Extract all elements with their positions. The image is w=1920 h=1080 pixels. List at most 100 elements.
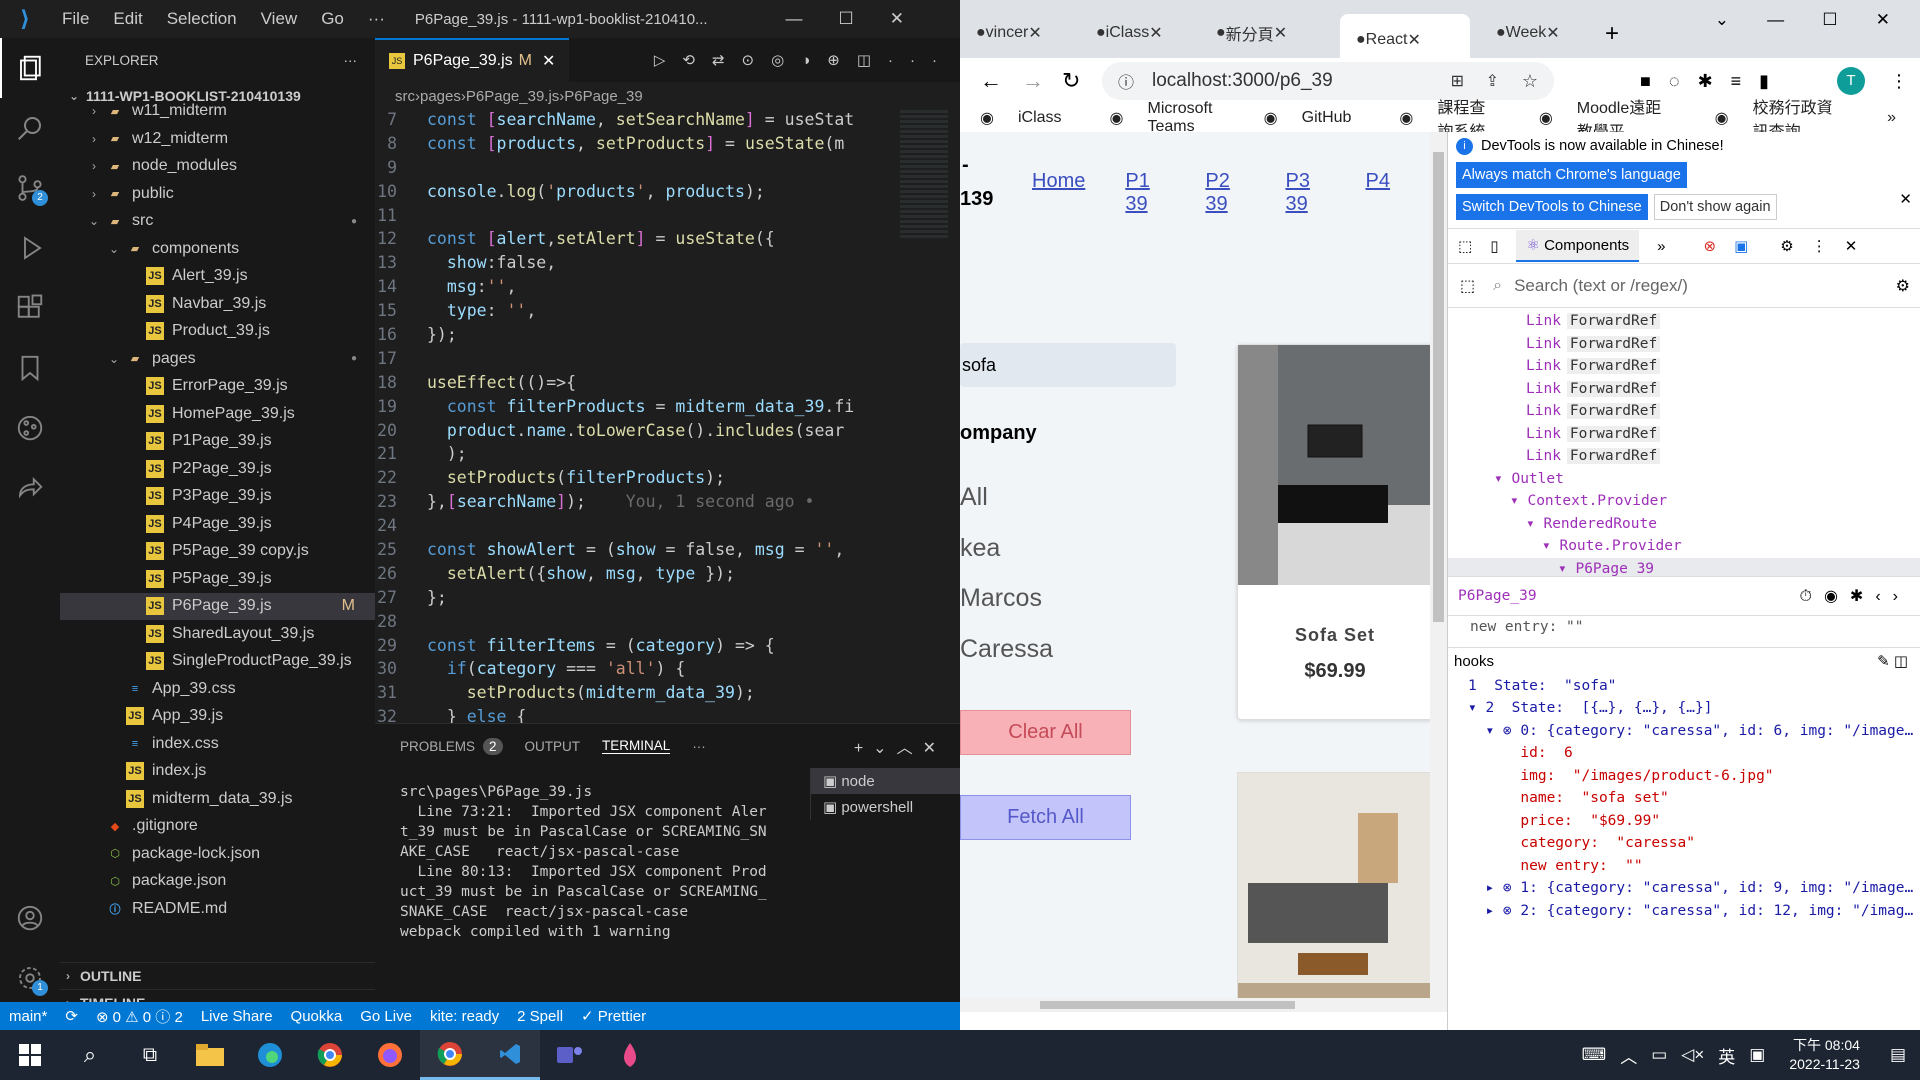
tree-item[interactable]: JS P5Page_39 copy.js [60, 538, 375, 566]
code-text[interactable]: const [products, setProducts] = useState… [427, 134, 844, 158]
git-blame-hint[interactable]: You, 1 second ago • [586, 492, 815, 516]
component-tree-node[interactable]: Link ForwardRef [1448, 423, 1920, 446]
code-line[interactable]: 31 setProducts(midterm_data_39); [375, 683, 960, 707]
panel-tab[interactable]: TERMINAL [602, 738, 671, 754]
code-text[interactable]: setAlert({show, msg, type }); [427, 564, 735, 588]
company-filter-item[interactable]: Marcos [960, 573, 1053, 624]
bookmark-item[interactable]: ◉ Microsoft Teams [1110, 100, 1240, 136]
close-icon[interactable]: ✕ [1546, 23, 1559, 43]
tree-item-label[interactable]: index.css [152, 735, 219, 753]
component-tree-node[interactable]: Link ForwardRef [1448, 400, 1920, 423]
line-number[interactable]: 29 [375, 636, 427, 660]
npm-file-icon[interactable]: ⬡ [106, 845, 124, 863]
component-badge[interactable]: ForwardRef [1566, 313, 1661, 330]
line-number[interactable]: 16 [375, 325, 427, 349]
close-icon[interactable]: ✕ [1028, 23, 1041, 43]
component-name[interactable]: Link [1526, 448, 1561, 464]
line-number[interactable]: 8 [375, 134, 427, 158]
line-number[interactable]: 14 [375, 277, 427, 301]
chevron-down-icon[interactable]: ⌄ [106, 352, 122, 366]
close-icon[interactable]: ✕ [542, 51, 555, 71]
info-file-icon[interactable]: ⓘ [106, 900, 124, 918]
tree-item[interactable]: ⬡ package.json [60, 868, 375, 896]
search-settings-icon[interactable]: ⚙ [1896, 276, 1910, 296]
menu-item[interactable]: View [261, 9, 298, 28]
js-file-icon[interactable]: JS [146, 514, 164, 533]
js-file-icon[interactable]: JS [146, 322, 164, 341]
component-name[interactable]: ▾ RenderedRoute [1526, 516, 1657, 532]
horizontal-scrollbar[interactable] [960, 998, 1430, 1012]
folder-icon[interactable]: ▰ [106, 185, 124, 203]
component-tree-node[interactable]: ▾ Context.Provider [1448, 490, 1920, 513]
chrome-icon[interactable] [300, 1030, 360, 1080]
tree-item[interactable]: JS P6Page_39.js M [60, 592, 375, 620]
chrome-active-icon[interactable] [420, 1030, 480, 1080]
terminal-icon[interactable]: ▣ [823, 799, 841, 816]
task-view-icon[interactable]: ⧉ [120, 1030, 180, 1080]
js-file-icon[interactable]: JS [146, 294, 164, 313]
js-file-icon[interactable]: JS [126, 707, 144, 726]
bookmark-icon[interactable]: ◉ [1539, 108, 1553, 128]
editor-actions[interactable]: ▷⟲⇄⊙◎◑⊕◫··· [654, 51, 960, 69]
chevron-down-icon[interactable]: ⌄ [106, 242, 122, 256]
switch-chinese-button[interactable]: Switch DevTools to Chinese [1456, 194, 1648, 220]
shell-label[interactable]: node [841, 773, 874, 790]
git-graph-icon[interactable] [0, 398, 60, 458]
tree-item[interactable]: ⌄ ▰ pages ● [60, 345, 375, 373]
company-filter-item[interactable]: All [960, 472, 1053, 523]
extensions-area[interactable]: ■◌✱≡▮ [1640, 71, 1787, 92]
js-file-icon[interactable]: JS [146, 267, 164, 286]
terminal-line[interactable]: webpack compiled with 1 warning [400, 922, 820, 942]
bookmark-label[interactable]: iClass [1018, 109, 1062, 127]
css-file-icon[interactable]: ≡ [126, 735, 144, 753]
company-filter-item[interactable]: Caressa [960, 624, 1053, 675]
component-actions[interactable]: ⏱◉✱‹› [1799, 586, 1910, 606]
line-number[interactable]: 12 [375, 229, 427, 253]
terminal-line[interactable]: Line 73:21: Imported JSX component Aler [400, 802, 820, 822]
status-item[interactable]: ⊗ 0 ⚠ 0 ⓘ 2 [96, 1006, 183, 1027]
line-number[interactable]: 9 [375, 158, 427, 182]
code-editor[interactable]: 7 const [searchName, setSearchName] = use… [375, 110, 960, 726]
breadcrumb-item[interactable]: src [395, 88, 415, 105]
product-card[interactable]: Sofa Set $69.99 [1237, 344, 1430, 720]
hook-line[interactable]: ▸ ⊗ 2: {category: "caressa", id: 12, img… [1468, 900, 1920, 923]
code-text[interactable]: const [searchName, setSearchName] = useS… [427, 110, 854, 134]
select-element-icon[interactable]: ⬚ [1460, 276, 1475, 296]
tree-item[interactable]: JS P4Page_39.js [60, 510, 375, 538]
js-file-icon[interactable]: JS [146, 487, 164, 506]
devtools-menu-icon[interactable]: ⋮ [1812, 237, 1827, 255]
line-number[interactable]: 13 [375, 253, 427, 277]
code-text[interactable]: setProducts(midterm_data_39); [427, 683, 755, 707]
css-file-icon[interactable]: ≡ [126, 680, 144, 698]
menu-item[interactable]: Selection [167, 9, 237, 28]
message-icon[interactable]: ▣ [1734, 237, 1748, 255]
tab-favicon-icon[interactable]: ● [1096, 24, 1106, 42]
firefox-icon[interactable] [360, 1030, 420, 1080]
tab-title[interactable]: vincer [986, 24, 1029, 42]
line-number[interactable]: 23 [375, 492, 427, 516]
code-text[interactable]: ); [427, 444, 467, 468]
tree-item-label[interactable]: SharedLayout_39.js [172, 625, 314, 643]
star-icon[interactable]: ☆ [1522, 71, 1538, 92]
tree-item[interactable]: › ▰ w11_midterm [60, 98, 375, 126]
tree-item-label[interactable]: P4Page_39.js [172, 515, 272, 533]
component-name[interactable]: Link [1526, 358, 1561, 374]
tree-item[interactable]: JS HomePage_39.js [60, 400, 375, 428]
panel-tab[interactable]: PROBLEMS [400, 739, 475, 754]
forward-icon[interactable]: → [1022, 68, 1044, 94]
close-icon[interactable]: ✕ [1149, 23, 1162, 43]
code-line[interactable]: 8 const [products, setProducts] = useStat… [375, 134, 960, 158]
component-badge[interactable]: ForwardRef [1566, 335, 1661, 352]
code-text[interactable]: const showAlert = (show = false, msg = '… [427, 540, 844, 564]
shell-label[interactable]: powershell [841, 799, 913, 816]
browser-tab[interactable]: ● iClass ✕ [1080, 14, 1200, 52]
chevron-right-icon[interactable]: › [86, 159, 102, 173]
run-debug-icon[interactable] [0, 218, 60, 278]
js-file-icon[interactable]: JS [146, 459, 164, 478]
tree-item-label[interactable]: Product_39.js [172, 322, 270, 340]
js-file-icon[interactable]: JS [146, 624, 164, 643]
tree-item-label[interactable]: .gitignore [132, 817, 198, 835]
line-number[interactable]: 25 [375, 540, 427, 564]
terminal-line[interactable]: src\pages\P6Page_39.js [400, 782, 820, 802]
code-text[interactable]: useEffect(()=>{ [427, 373, 576, 397]
